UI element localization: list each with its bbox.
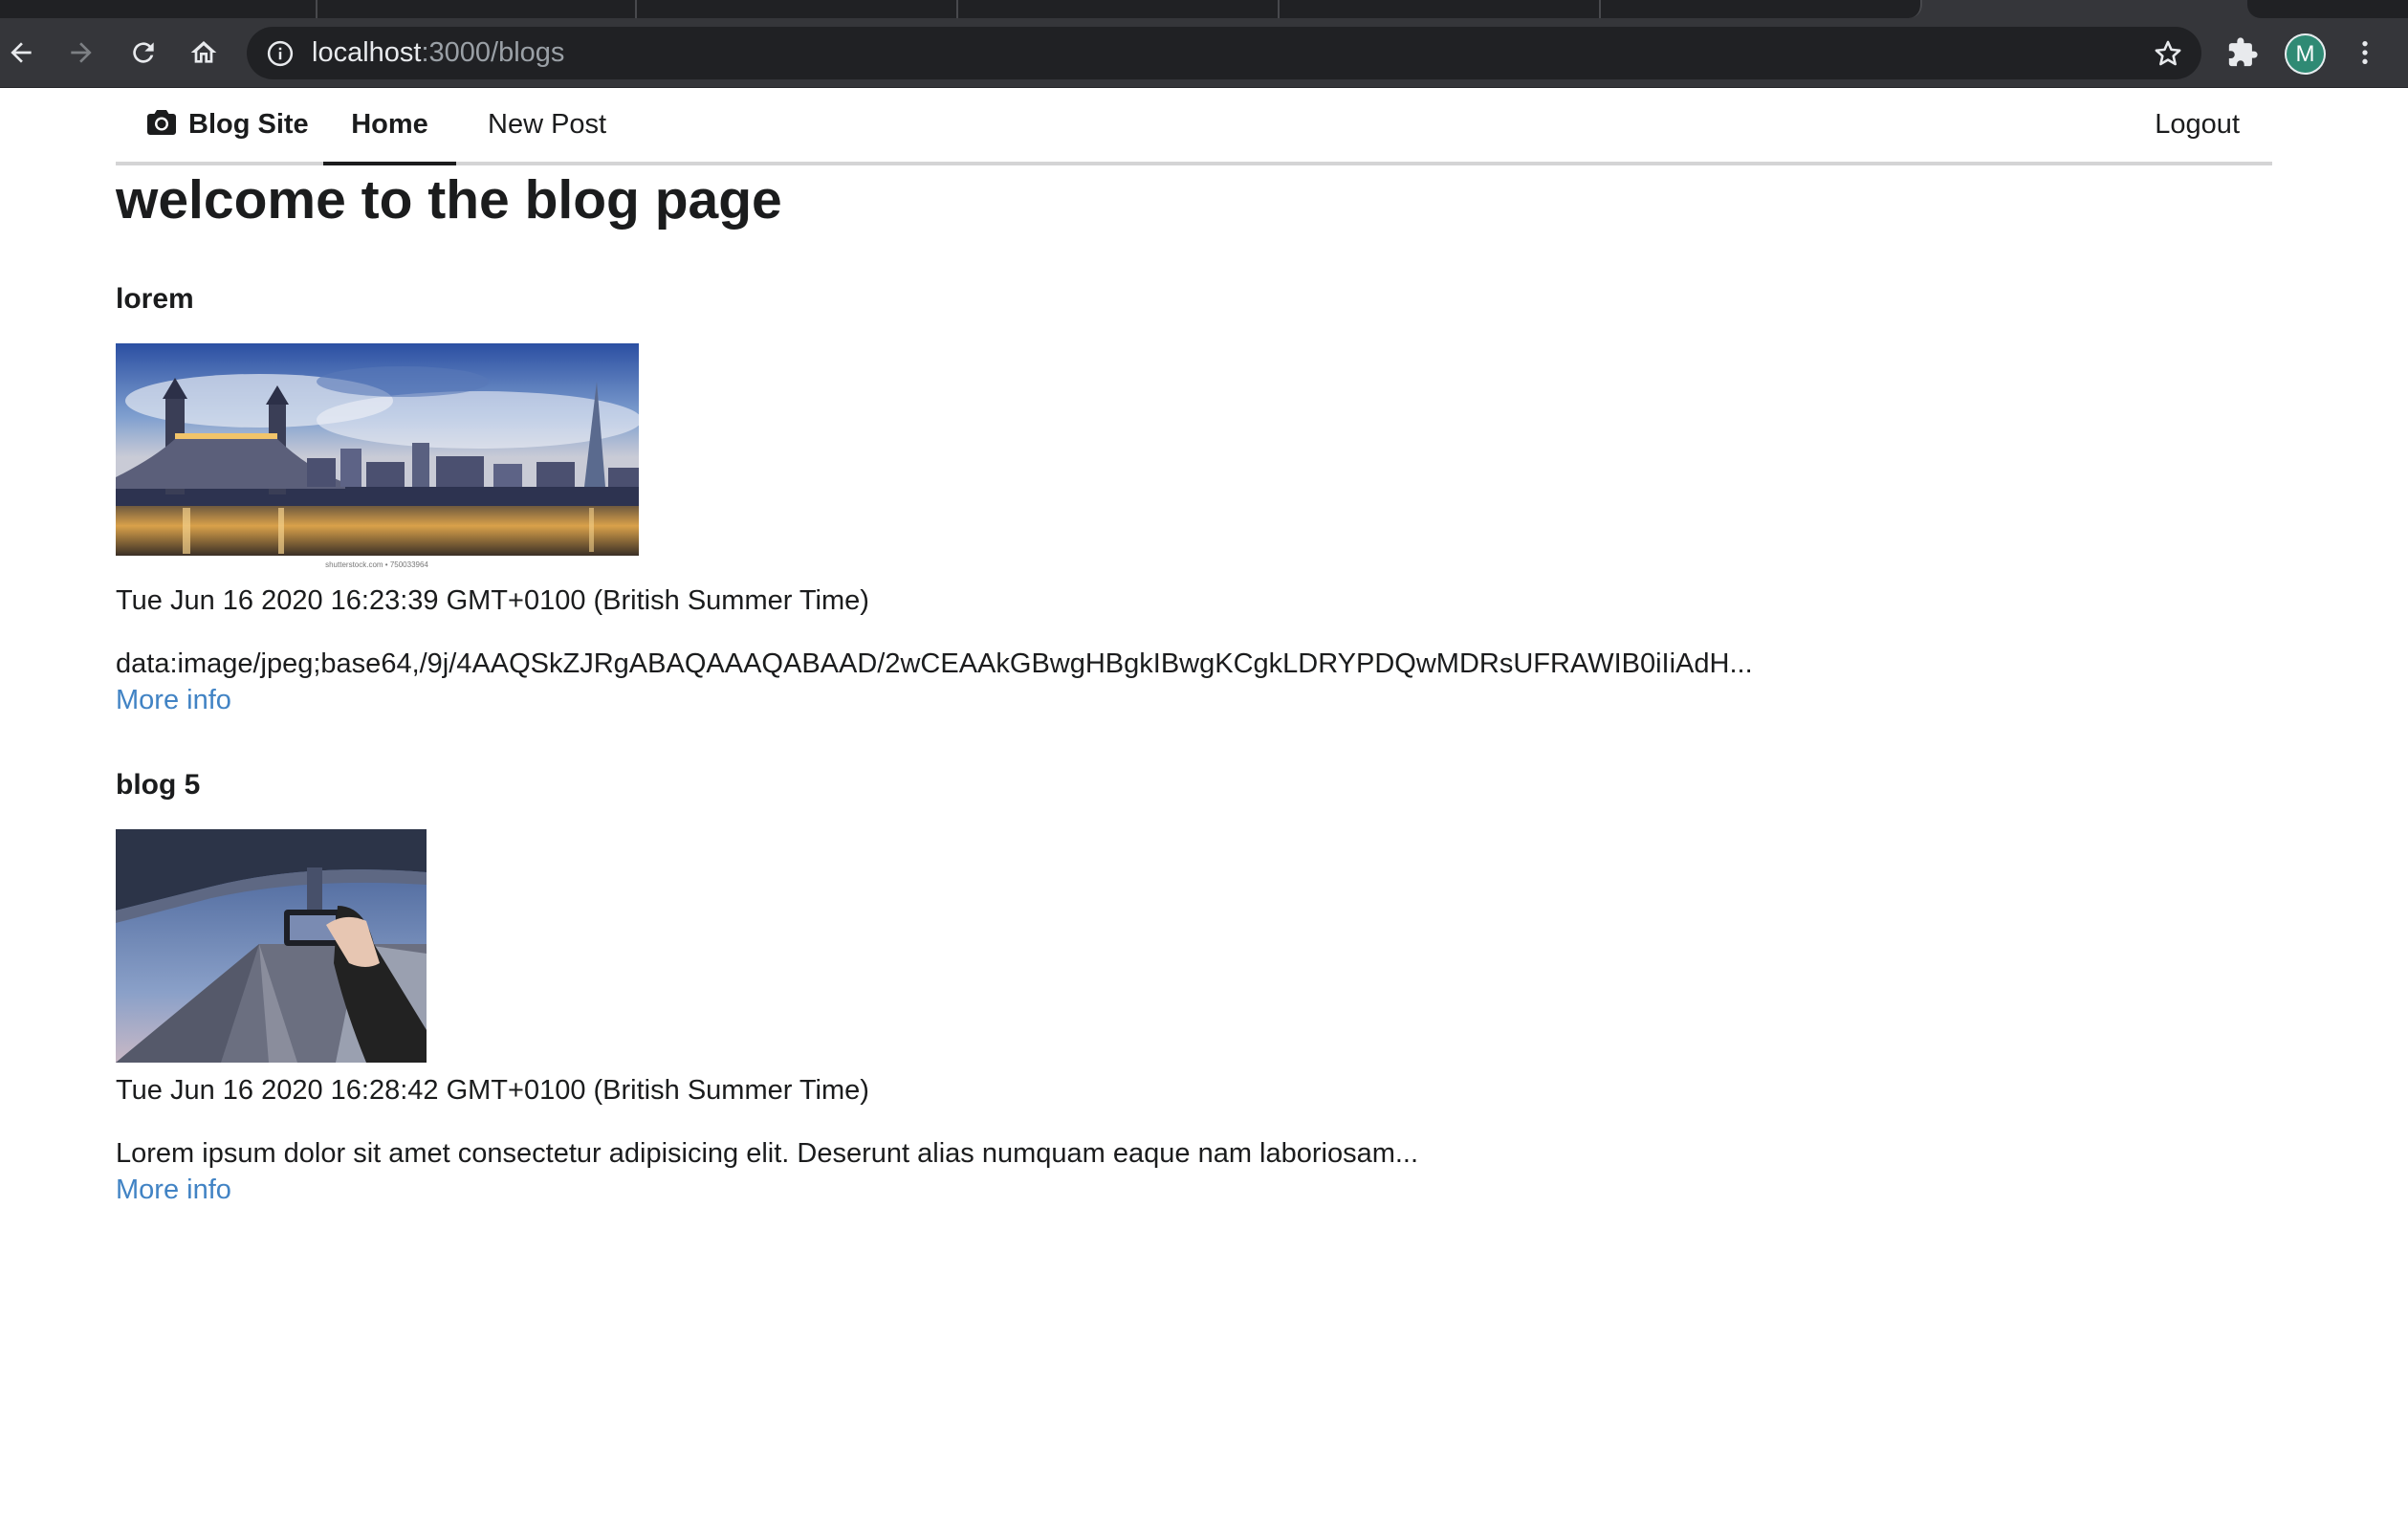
forward-button[interactable] <box>60 32 102 74</box>
profile-avatar[interactable]: M <box>2285 33 2326 75</box>
puzzle-icon <box>2228 37 2258 67</box>
more-info-link[interactable]: More info <box>116 1172 231 1208</box>
nav-logout[interactable]: Logout <box>2155 88 2240 162</box>
brand-label: Blog Site <box>188 109 309 140</box>
browser-tab-active[interactable] <box>1922 0 2247 18</box>
extensions-button[interactable] <box>2222 32 2264 74</box>
page-title: welcome to the blog page <box>116 169 782 231</box>
top-menu: Blog Site Home New Post Logout <box>116 88 2272 165</box>
info-icon[interactable] <box>266 39 295 68</box>
browser-tab-strip <box>0 0 2408 18</box>
post-title: lorem <box>116 283 194 315</box>
bookmark-star-icon[interactable] <box>2152 37 2184 70</box>
post-excerpt: Lorem ipsum dolor sit amet consectetur a… <box>116 1138 1419 1169</box>
url-text[interactable]: localhost:3000/blogs <box>312 27 564 79</box>
post-date: Tue Jun 16 2020 16:28:42 GMT+0100 (Briti… <box>116 1075 869 1106</box>
browser-toolbar: localhost:3000/blogs M <box>0 18 2408 88</box>
url-host: localhost <box>312 37 422 68</box>
back-button[interactable] <box>0 32 42 74</box>
arrow-right-icon <box>71 42 92 63</box>
post-date: Tue Jun 16 2020 16:23:39 GMT+0100 (Briti… <box>116 585 869 616</box>
post-image-bridge-photo[interactable] <box>116 829 427 1063</box>
browser-tab[interactable] <box>1280 0 1601 18</box>
browser-menu-button[interactable] <box>2344 32 2386 74</box>
kebab-menu-icon <box>2362 41 2368 64</box>
browser-tab[interactable] <box>2247 0 2408 18</box>
post-image-london-skyline[interactable]: shutterstock.com • 750033964 <box>116 343 639 571</box>
brand-link[interactable]: Blog Site <box>116 88 309 162</box>
browser-tab[interactable] <box>637 0 958 18</box>
home-button[interactable] <box>183 32 225 74</box>
nav-home[interactable]: Home <box>323 88 456 165</box>
nav-new-post[interactable]: New Post <box>488 88 606 162</box>
reload-button[interactable] <box>122 32 164 74</box>
arrow-left-icon <box>11 42 32 63</box>
more-info-link[interactable]: More info <box>116 682 231 718</box>
post-excerpt: data:image/jpeg;base64,/9j/4AAQSkZJRgABA… <box>116 648 1753 679</box>
browser-tab[interactable] <box>317 0 637 18</box>
home-icon <box>190 41 217 63</box>
browser-tab[interactable] <box>1601 0 1922 18</box>
post-title: blog 5 <box>116 769 201 801</box>
reload-icon <box>133 42 154 63</box>
image-watermark: shutterstock.com • 750033964 <box>325 560 428 569</box>
url-path: :3000/blogs <box>421 37 565 68</box>
camera-icon <box>146 91 177 165</box>
address-bar[interactable]: localhost:3000/blogs <box>247 27 2201 79</box>
browser-tab[interactable] <box>0 0 317 18</box>
browser-tab[interactable] <box>958 0 1280 18</box>
